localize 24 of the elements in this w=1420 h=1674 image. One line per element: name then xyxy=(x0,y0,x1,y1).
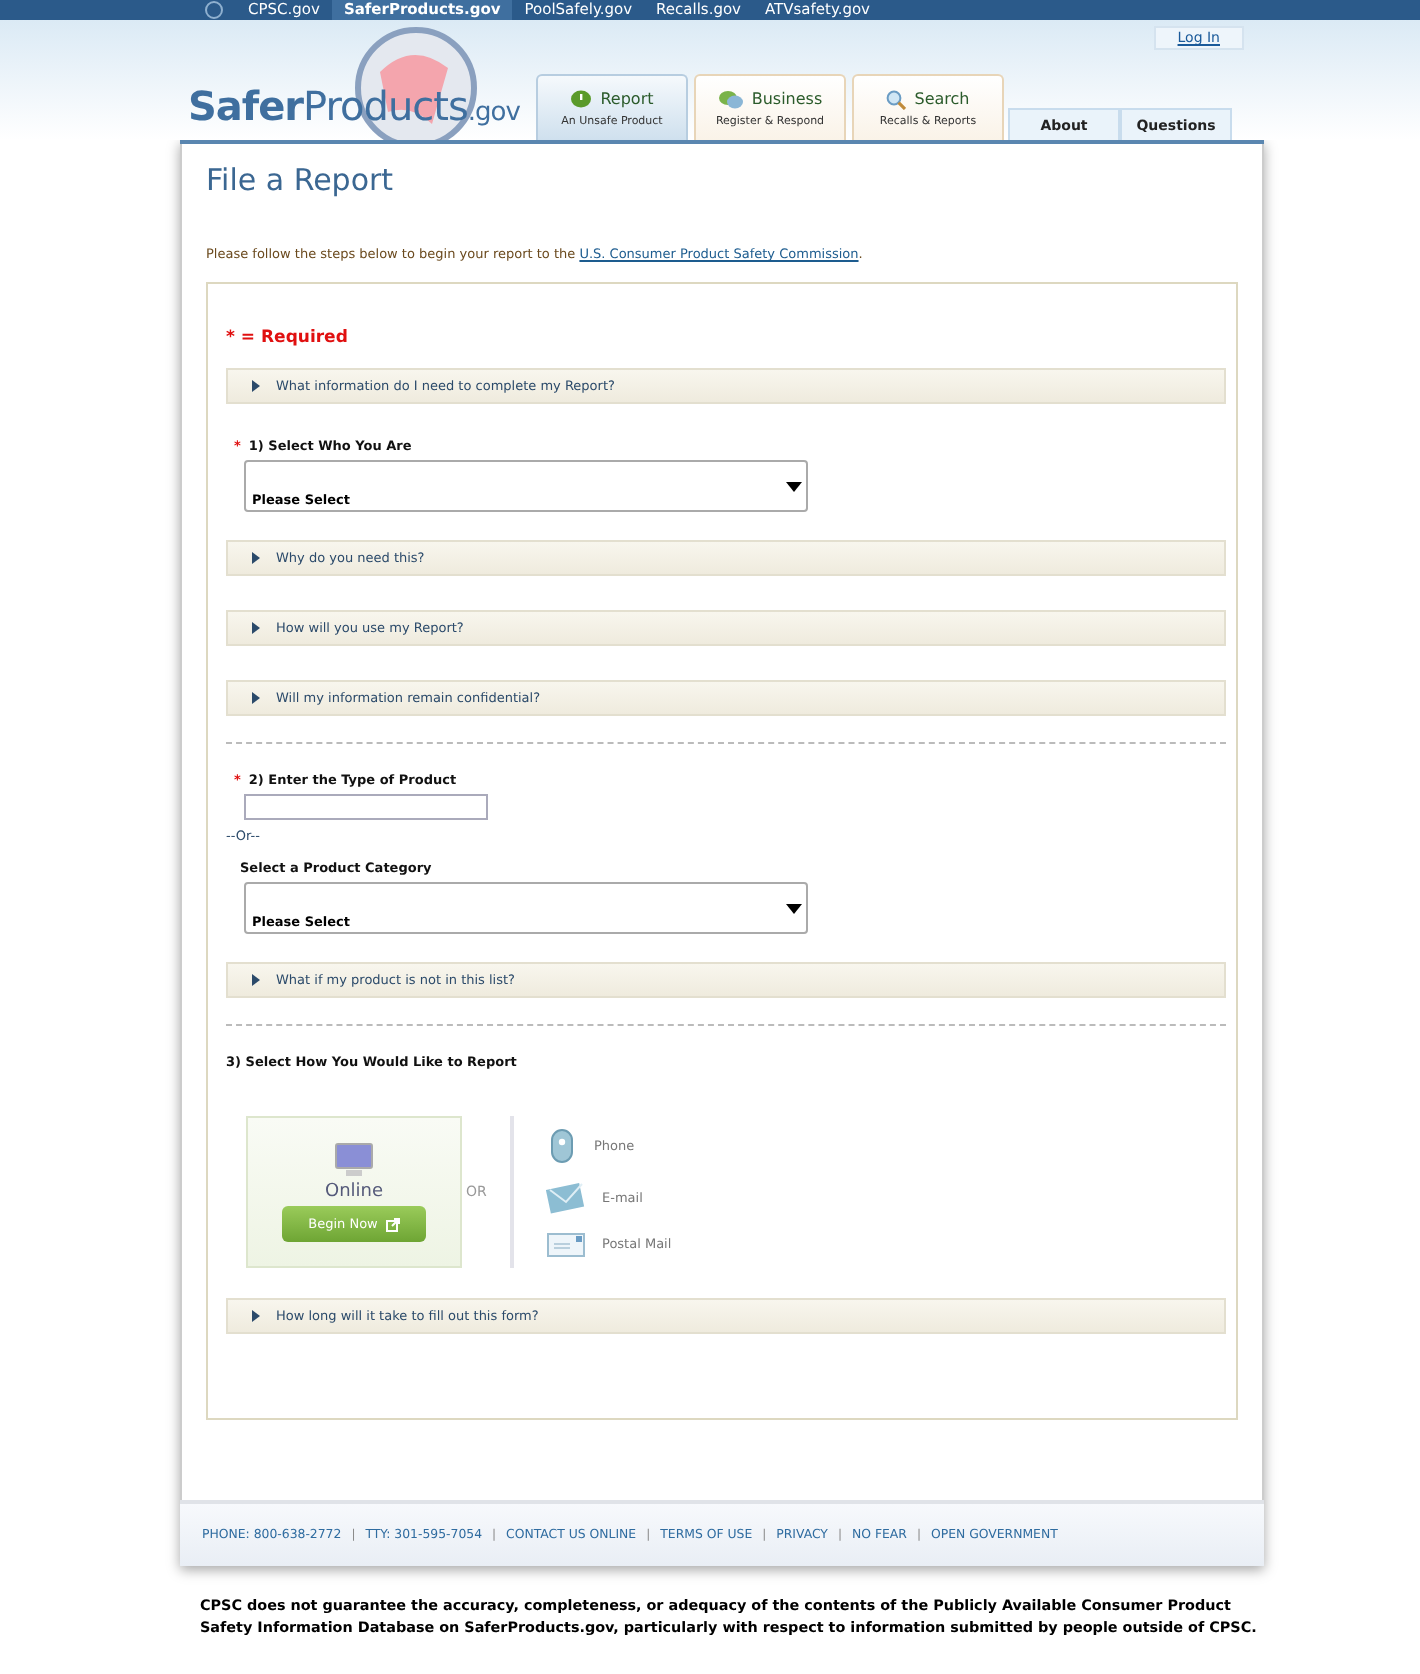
tab-title: Search xyxy=(914,90,970,108)
monitor-icon xyxy=(334,1142,374,1178)
speech-bubble-icon xyxy=(570,89,593,109)
online-title: Online xyxy=(324,1182,384,1202)
required-legend: * = Required xyxy=(226,328,1226,348)
caret-icon xyxy=(252,974,260,986)
dropdown-arrow-icon xyxy=(786,482,802,492)
caret-icon xyxy=(252,380,260,392)
magnifier-icon xyxy=(886,89,907,109)
envelope-icon xyxy=(546,1182,586,1214)
caret-icon xyxy=(252,692,260,704)
letter-icon xyxy=(546,1230,586,1258)
page-title: File a Report xyxy=(206,162,396,198)
caret-icon xyxy=(252,552,260,564)
dropdown-arrow-icon xyxy=(786,904,802,914)
caret-icon xyxy=(252,622,260,634)
external-link-icon xyxy=(385,1217,400,1231)
tab-title: Report xyxy=(600,90,654,108)
globe-icon xyxy=(204,0,224,20)
caret-icon xyxy=(252,1310,260,1322)
tab-title: Business xyxy=(751,90,823,108)
chat-icon xyxy=(717,89,744,109)
phone-icon xyxy=(546,1126,578,1166)
product-type-field[interactable] xyxy=(244,794,488,820)
